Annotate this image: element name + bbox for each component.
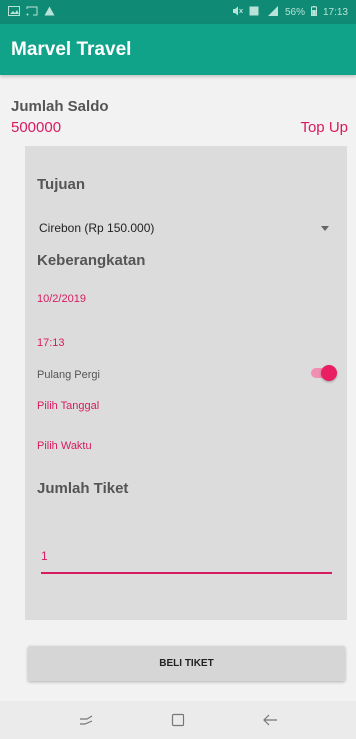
top-up-link[interactable]: Top Up (300, 119, 348, 136)
battery-percent: 56% (284, 6, 305, 18)
pilih-tanggal-button[interactable]: Pilih Tanggal (37, 400, 99, 412)
recent-apps-icon[interactable] (74, 708, 98, 732)
image-icon (8, 5, 20, 19)
nfc-icon (249, 6, 259, 19)
departure-time: 17:13 (37, 337, 65, 349)
signal-icon (265, 5, 279, 19)
battery-icon (310, 5, 317, 19)
pilih-waktu-button[interactable]: Pilih Waktu (37, 440, 92, 452)
keberangkatan-title: Keberangkatan (37, 252, 146, 269)
cast-icon (26, 6, 38, 19)
back-icon[interactable] (258, 708, 282, 732)
warning-icon (44, 6, 55, 19)
clock: 17:13 (322, 6, 348, 18)
dropdown-arrow-icon (321, 225, 329, 231)
pulang-pergi-toggle[interactable] (309, 365, 337, 381)
tujuan-dropdown[interactable]: Cirebon (Rp 150.000) (39, 218, 335, 238)
saldo-value: 500000 (11, 119, 62, 136)
status-bar: 56% 17:13 (0, 0, 356, 24)
jumlah-tiket-title: Jumlah Tiket (37, 480, 129, 497)
jumlah-tiket-input[interactable] (41, 540, 332, 574)
pulang-pergi-label: Pulang Pergi (37, 369, 100, 381)
app-bar: Marvel Travel (0, 24, 356, 75)
mute-icon (232, 6, 243, 19)
tujuan-title: Tujuan (37, 176, 86, 193)
departure-date: 10/2/2019 (37, 293, 86, 305)
beli-tiket-button[interactable]: BELI TIKET (28, 646, 345, 681)
home-icon[interactable] (166, 708, 190, 732)
saldo-label: Jumlah Saldo (11, 98, 109, 115)
tujuan-selected: Cirebon (Rp 150.000) (39, 221, 155, 235)
app-title: Marvel Travel (11, 38, 132, 60)
toggle-thumb (321, 365, 337, 381)
booking-form-card: Tujuan Cirebon (Rp 150.000) Keberangkata… (25, 146, 347, 620)
navigation-bar (0, 701, 356, 739)
